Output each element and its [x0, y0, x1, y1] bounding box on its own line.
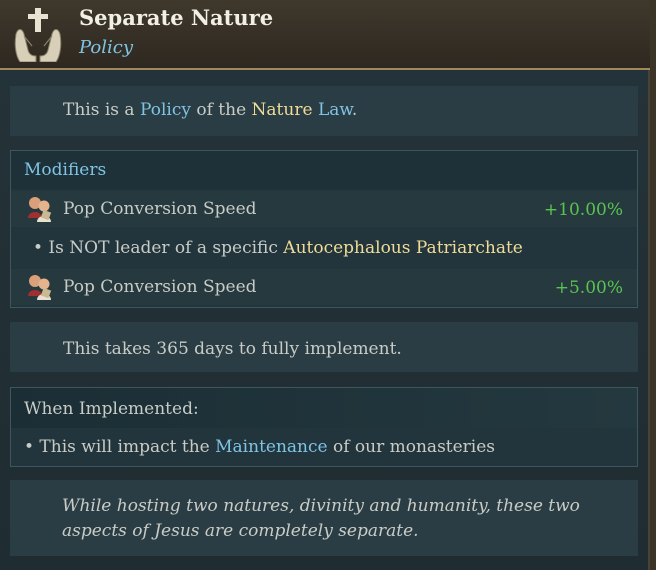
maintenance-link[interactable]: Maintenance	[215, 437, 327, 457]
policy-title: Separate Nature	[79, 5, 274, 30]
intro-panel: This is a Policy of the Nature Law.	[10, 86, 638, 136]
modifier-value: +10.00%	[543, 200, 623, 220]
when-implemented-title: When Implemented:	[24, 399, 199, 419]
implement-time-panel: This takes 365 days to fully implement.	[10, 322, 638, 372]
modifier-value: +5.00%	[554, 278, 623, 298]
implement-time-text: This takes 365 days to fully implement.	[63, 339, 402, 359]
when-implemented-header: When Implemented:	[11, 388, 637, 428]
pop-conversion-icon	[25, 194, 55, 224]
praying-hands-cross-icon	[10, 6, 66, 63]
law-name-link[interactable]: Nature	[252, 100, 313, 120]
policy-type-label[interactable]: Policy	[79, 37, 133, 58]
background-edge	[650, 0, 656, 570]
modifier-label: Pop Conversion Speed	[63, 277, 257, 297]
modifier-row: Pop Conversion Speed +5.00%	[11, 269, 637, 305]
policy-tooltip: Separate Nature Policy This is a Policy …	[0, 0, 650, 570]
modifiers-box: Modifiers Pop Conversion Speed +10.00% •…	[10, 150, 638, 308]
policy-link[interactable]: Policy	[140, 100, 191, 120]
law-link[interactable]: Law	[318, 100, 352, 120]
autocephalous-patriarchate-link[interactable]: Autocephalous Patriarchate	[283, 238, 523, 258]
pop-conversion-icon	[25, 272, 55, 302]
intro-text: This is a Policy of the Nature Law.	[63, 100, 358, 120]
flavor-text: While hosting two natures, divinity and …	[62, 496, 580, 541]
modifiers-title: Modifiers	[24, 160, 107, 180]
tooltip-header: Separate Nature Policy	[0, 0, 650, 70]
flavor-panel: While hosting two natures, divinity and …	[10, 480, 638, 556]
condition-text: • Is NOT leader of a specific Autocephal…	[33, 238, 523, 258]
modifier-row: Pop Conversion Speed +10.00%	[11, 191, 637, 227]
when-implemented-box: When Implemented: • This will impact the…	[10, 387, 638, 467]
modifier-label: Pop Conversion Speed	[63, 199, 257, 219]
modifier-condition-row: • Is NOT leader of a specific Autocephal…	[11, 230, 637, 266]
modifiers-header: Modifiers	[11, 151, 637, 189]
when-implemented-text: • This will impact the Maintenance of ou…	[24, 437, 496, 457]
